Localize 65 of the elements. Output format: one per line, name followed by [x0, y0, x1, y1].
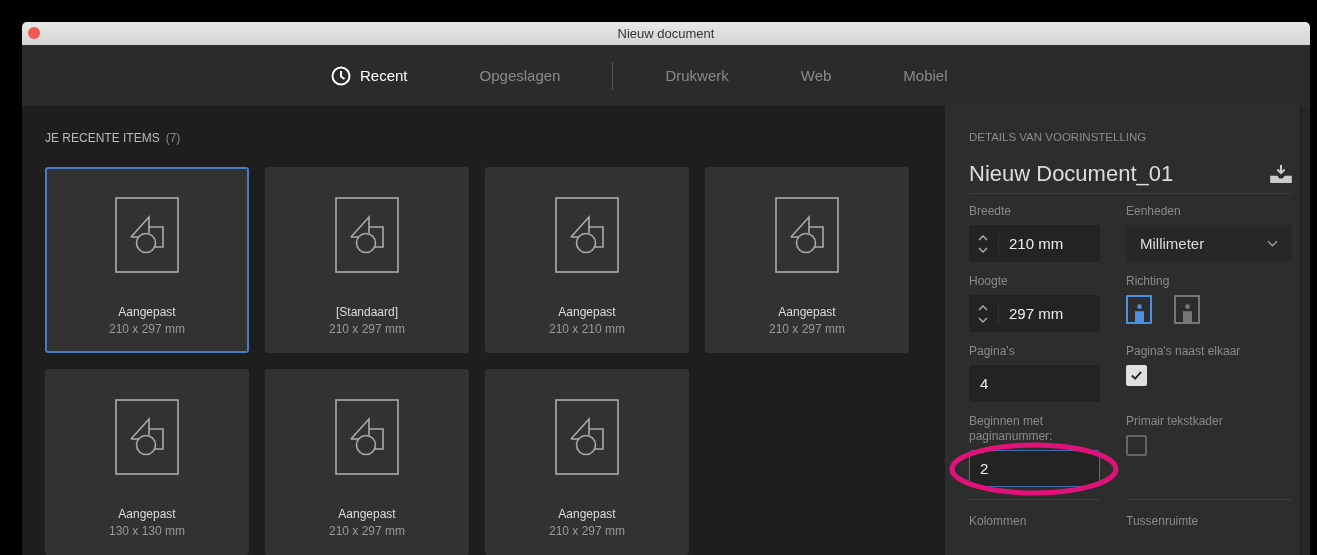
units-dropdown[interactable]: Millimeter — [1126, 225, 1292, 262]
save-preset-icon[interactable] — [1270, 165, 1292, 183]
landscape-button[interactable] — [1174, 295, 1200, 324]
portrait-button[interactable] — [1126, 295, 1152, 324]
preset-card[interactable]: Aangepast 130 x 130 mm — [45, 369, 249, 555]
preset-name: [Standaard] — [335, 305, 398, 319]
preset-name: Aangepast — [558, 507, 616, 521]
name-field[interactable]: Nieuw Document_01 — [969, 157, 1291, 194]
document-icon — [115, 197, 179, 273]
tab[interactable]: Mobiel — [903, 45, 948, 106]
preset-size: 210 x 297 mm — [548, 524, 625, 538]
preset-name: Aangepast — [558, 305, 616, 319]
field-label: Pagina's — [969, 344, 1016, 359]
tab[interactable]: Opgeslagen — [479, 45, 561, 106]
caret-icon — [1267, 240, 1278, 247]
preset-card[interactable]: Aangepast 210 x 297 mm — [485, 369, 689, 555]
item-count: (7) — [165, 131, 181, 145]
preset-card[interactable]: Aangepast 210 x 297 mm — [45, 167, 249, 353]
document-icon — [555, 399, 619, 475]
preset-card[interactable]: Aangepast 210 x 210 mm — [485, 167, 689, 353]
document-name: Nieuw Document_01 — [969, 161, 1174, 187]
field-label: Hoogte — [969, 274, 1009, 289]
scrollbar[interactable] — [1300, 106, 1310, 555]
number-stepper[interactable]: 210 mm — [969, 225, 1100, 262]
close-button[interactable] — [28, 27, 40, 39]
preset-size: 210 x 210 mm — [548, 322, 625, 336]
preset-size: 210 x 297 mm — [108, 322, 185, 336]
checkbox[interactable] — [1126, 435, 1147, 456]
preset-size: 130 x 130 mm — [108, 524, 185, 538]
field-label: Eenheden — [1126, 204, 1182, 219]
window-title: Nieuw document — [617, 26, 715, 41]
document-icon — [555, 197, 619, 273]
tab[interactable]: Web — [800, 45, 832, 106]
preset-card[interactable]: Aangepast 210 x 297 mm — [705, 167, 909, 353]
preset-name: Aangepast — [118, 507, 176, 521]
clock-icon — [331, 65, 351, 86]
person-icon — [1181, 304, 1193, 322]
document-icon — [775, 197, 839, 273]
document-icon — [335, 197, 399, 273]
preset-card[interactable]: [Standaard] 210 x 297 mm — [265, 167, 469, 353]
field-label: Pagina's naast elkaar — [1126, 344, 1242, 359]
field-label: Kolommen — [969, 514, 1028, 529]
preset-name: Aangepast — [778, 305, 836, 319]
preset-name: Aangepast — [338, 507, 396, 521]
section-heading: JE RECENTE ITEMS — [45, 131, 160, 145]
preset-name: Aangepast — [118, 305, 176, 319]
preset-size: 210 x 297 mm — [328, 322, 405, 336]
tab[interactable]: Recent — [331, 45, 408, 106]
number-stepper[interactable]: 297 mm — [969, 295, 1100, 332]
field-label: Primair tekstkader — [1126, 414, 1224, 429]
tab[interactable]: Drukwerk — [665, 45, 729, 106]
checkmark-icon — [1130, 369, 1143, 382]
preset-size: 210 x 297 mm — [768, 322, 845, 336]
field-label: Tussenruimte — [1126, 514, 1200, 529]
preset-size: 210 x 297 mm — [328, 524, 405, 538]
field-label: Beginnen met paginanummer: — [969, 414, 1054, 444]
document-icon — [335, 399, 399, 475]
field-label: Richting — [1126, 274, 1171, 289]
section-heading: DETAILS VAN VOORINSTELLING — [969, 131, 1148, 143]
field-label: Breedte — [969, 204, 1013, 219]
input-field[interactable]: 4 — [969, 365, 1100, 402]
preset-card[interactable]: Aangepast 210 x 297 mm — [265, 369, 469, 555]
document-icon — [115, 399, 179, 475]
input-field[interactable]: 2 — [969, 450, 1100, 487]
person-icon — [1133, 304, 1145, 322]
